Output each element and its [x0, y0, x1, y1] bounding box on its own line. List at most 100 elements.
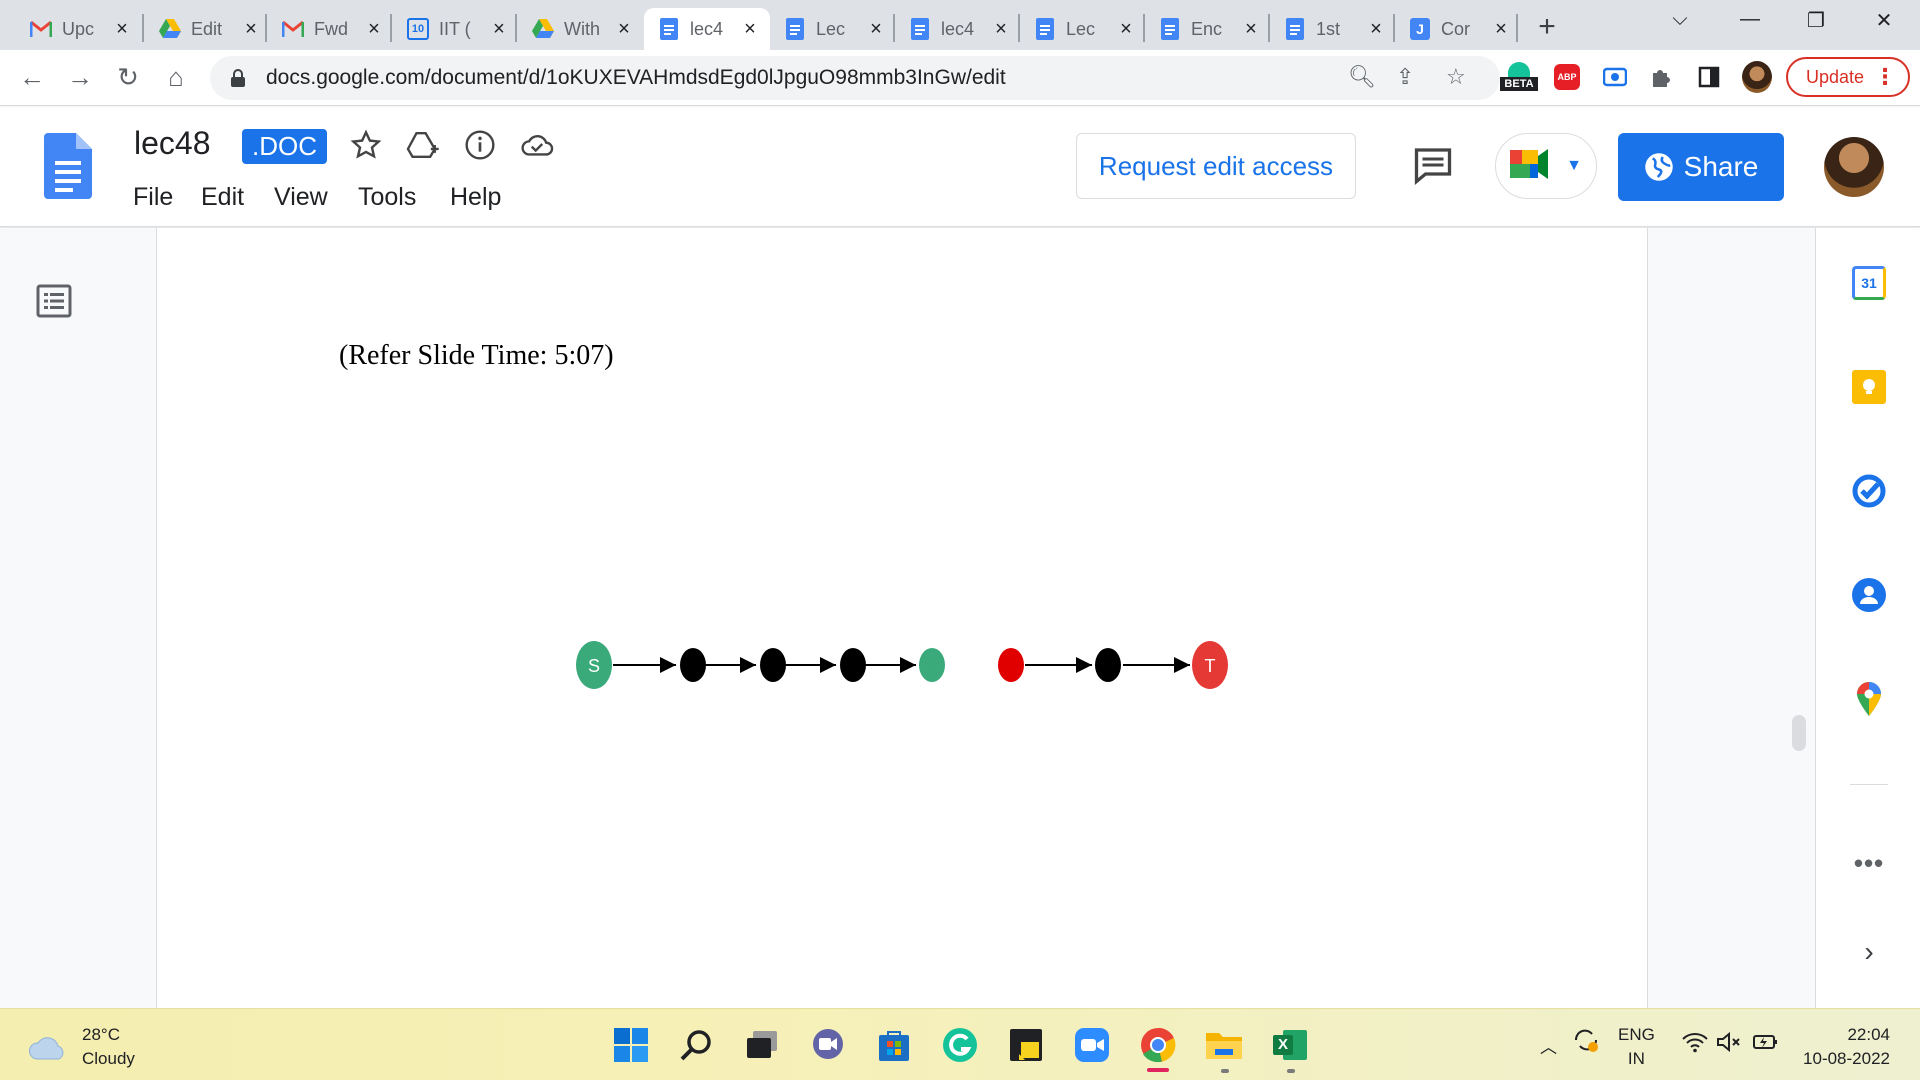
close-icon[interactable]: × [991, 18, 1011, 41]
clock-time: 22:04 [1847, 1025, 1890, 1044]
file-explorer-icon[interactable] [1204, 1025, 1244, 1065]
menu-help[interactable]: Help [450, 183, 501, 212]
close-icon[interactable]: × [614, 18, 634, 41]
volume-muted-icon[interactable] [1716, 1031, 1742, 1058]
close-icon[interactable]: × [1491, 18, 1511, 41]
browser-tab[interactable]: 10 IIT ( × [393, 8, 519, 50]
scrollbar-thumb[interactable] [1792, 715, 1806, 751]
screen-capture-extension-icon[interactable] [1600, 62, 1630, 92]
share-button[interactable]: Share [1618, 133, 1784, 201]
minimize-icon[interactable]: — [1730, 8, 1770, 31]
add-to-drive-icon[interactable] [406, 129, 440, 166]
teams-chat-icon[interactable] [808, 1025, 848, 1065]
home-icon[interactable]: ⌂ [158, 62, 194, 93]
browser-tab[interactable]: Lec × [770, 8, 896, 50]
document-outline-icon[interactable] [36, 284, 72, 323]
keep-icon[interactable] [1850, 368, 1888, 406]
close-icon[interactable]: × [241, 18, 261, 41]
browser-tab[interactable]: With × [518, 8, 644, 50]
docs-logo-icon[interactable] [44, 133, 92, 204]
comments-icon[interactable] [1412, 145, 1454, 190]
show-hidden-icons-icon[interactable]: ︿ [1540, 1033, 1557, 1058]
tasks-icon[interactable] [1850, 472, 1888, 510]
meet-icon [1510, 146, 1560, 187]
address-bar[interactable]: docs.google.com/document/d/1oKUXEVAHmdsd… [210, 56, 1500, 100]
input-language[interactable]: ENG IN [1618, 1023, 1655, 1071]
back-icon[interactable]: ← [14, 62, 50, 93]
browser-tab[interactable]: Edit × [145, 8, 271, 50]
close-icon[interactable]: × [489, 18, 509, 41]
update-label: Update [1806, 66, 1865, 87]
browser-tab[interactable]: lec4 × [895, 8, 1021, 50]
cloud-saved-icon[interactable] [520, 129, 554, 164]
close-icon[interactable]: × [1366, 18, 1386, 41]
share-page-icon[interactable]: ⇪ [1396, 64, 1414, 90]
browser-tab[interactable]: J Cor × [1395, 8, 1521, 50]
close-icon[interactable]: × [740, 18, 760, 41]
tab-title: IIT ( [439, 18, 471, 39]
wifi-icon[interactable] [1682, 1031, 1708, 1058]
star-icon[interactable] [350, 129, 382, 166]
close-icon[interactable]: × [1116, 18, 1136, 41]
menu-tools[interactable]: Tools [358, 183, 416, 212]
grammarly-icon[interactable] [940, 1025, 980, 1065]
search-icon[interactable] [676, 1025, 716, 1065]
node-green [919, 648, 945, 682]
browser-tab[interactable]: Upc × [16, 8, 142, 50]
browser-tab[interactable]: Lec × [1020, 8, 1146, 50]
contacts-icon[interactable] [1850, 576, 1888, 614]
grammarly-beta-extension-icon[interactable]: BETA [1500, 62, 1538, 92]
document-page[interactable]: (Refer Slide Time: 5:07) S T [156, 228, 1648, 1008]
chrome-icon[interactable] [1138, 1025, 1178, 1065]
calendar-icon[interactable]: 31 [1850, 264, 1888, 302]
browser-tab-active[interactable]: lec4 × [644, 8, 770, 50]
info-icon[interactable] [464, 129, 496, 166]
reload-icon[interactable]: ↻ [110, 62, 146, 93]
tab-title: Fwd [314, 18, 349, 39]
browser-tab[interactable]: Fwd × [268, 8, 394, 50]
close-window-icon[interactable]: ✕ [1864, 8, 1904, 33]
side-panel-icon[interactable] [1694, 62, 1724, 92]
side-panel: 31 ••• › [1815, 228, 1920, 1008]
running-app-indicator [1287, 1069, 1295, 1073]
close-icon[interactable]: × [866, 18, 886, 41]
microsoft-store-icon[interactable] [874, 1025, 914, 1065]
tab-divider [142, 14, 144, 42]
forward-icon[interactable]: → [62, 62, 98, 93]
task-view-icon[interactable] [742, 1025, 782, 1065]
restore-icon[interactable]: ❐ [1796, 8, 1836, 33]
menu-view[interactable]: View [274, 183, 328, 212]
chevron-right-icon[interactable]: › [1850, 936, 1888, 968]
account-avatar[interactable] [1824, 137, 1884, 197]
more-horiz-icon[interactable]: ••• [1850, 848, 1888, 879]
doc-title[interactable]: lec48 [134, 125, 211, 162]
bookmark-star-icon[interactable]: ☆ [1446, 64, 1466, 90]
request-edit-access-button[interactable]: Request edit access [1076, 133, 1356, 199]
system-clock[interactable]: 22:04 10-08-2022 [1790, 1023, 1890, 1071]
profile-avatar[interactable] [1742, 61, 1772, 93]
menu-file[interactable]: File [133, 183, 173, 212]
close-icon[interactable]: × [364, 18, 384, 41]
battery-icon[interactable] [1752, 1031, 1778, 1058]
zoom-icon[interactable]: 🔍︎ [1348, 64, 1376, 90]
start-icon[interactable] [611, 1025, 651, 1065]
close-icon[interactable]: × [112, 18, 132, 41]
sticky-notes-icon[interactable] [1006, 1025, 1046, 1065]
gmail-icon [30, 18, 52, 40]
zoom-app-icon[interactable] [1072, 1025, 1112, 1065]
weather-widget[interactable]: 28°C Cloudy [28, 1023, 135, 1071]
menu-edit[interactable]: Edit [201, 183, 244, 212]
new-tab-button[interactable]: + [1532, 10, 1562, 44]
update-button[interactable]: Update ⋮ [1786, 57, 1910, 97]
maps-icon[interactable] [1850, 680, 1888, 718]
browser-tab[interactable]: Enc × [1145, 8, 1271, 50]
browser-tab[interactable]: 1st × [1270, 8, 1396, 50]
sync-icon[interactable] [1572, 1027, 1600, 1058]
calendar-date-text: 31 [1852, 266, 1886, 300]
meet-button[interactable]: ▼ [1495, 133, 1597, 199]
tab-search-icon[interactable]: ⌵ [1660, 8, 1700, 31]
close-icon[interactable]: × [1241, 18, 1261, 41]
extensions-puzzle-icon[interactable] [1646, 62, 1676, 92]
excel-icon[interactable]: X [1270, 1025, 1310, 1065]
adblock-plus-extension-icon[interactable]: ABP [1552, 62, 1582, 92]
